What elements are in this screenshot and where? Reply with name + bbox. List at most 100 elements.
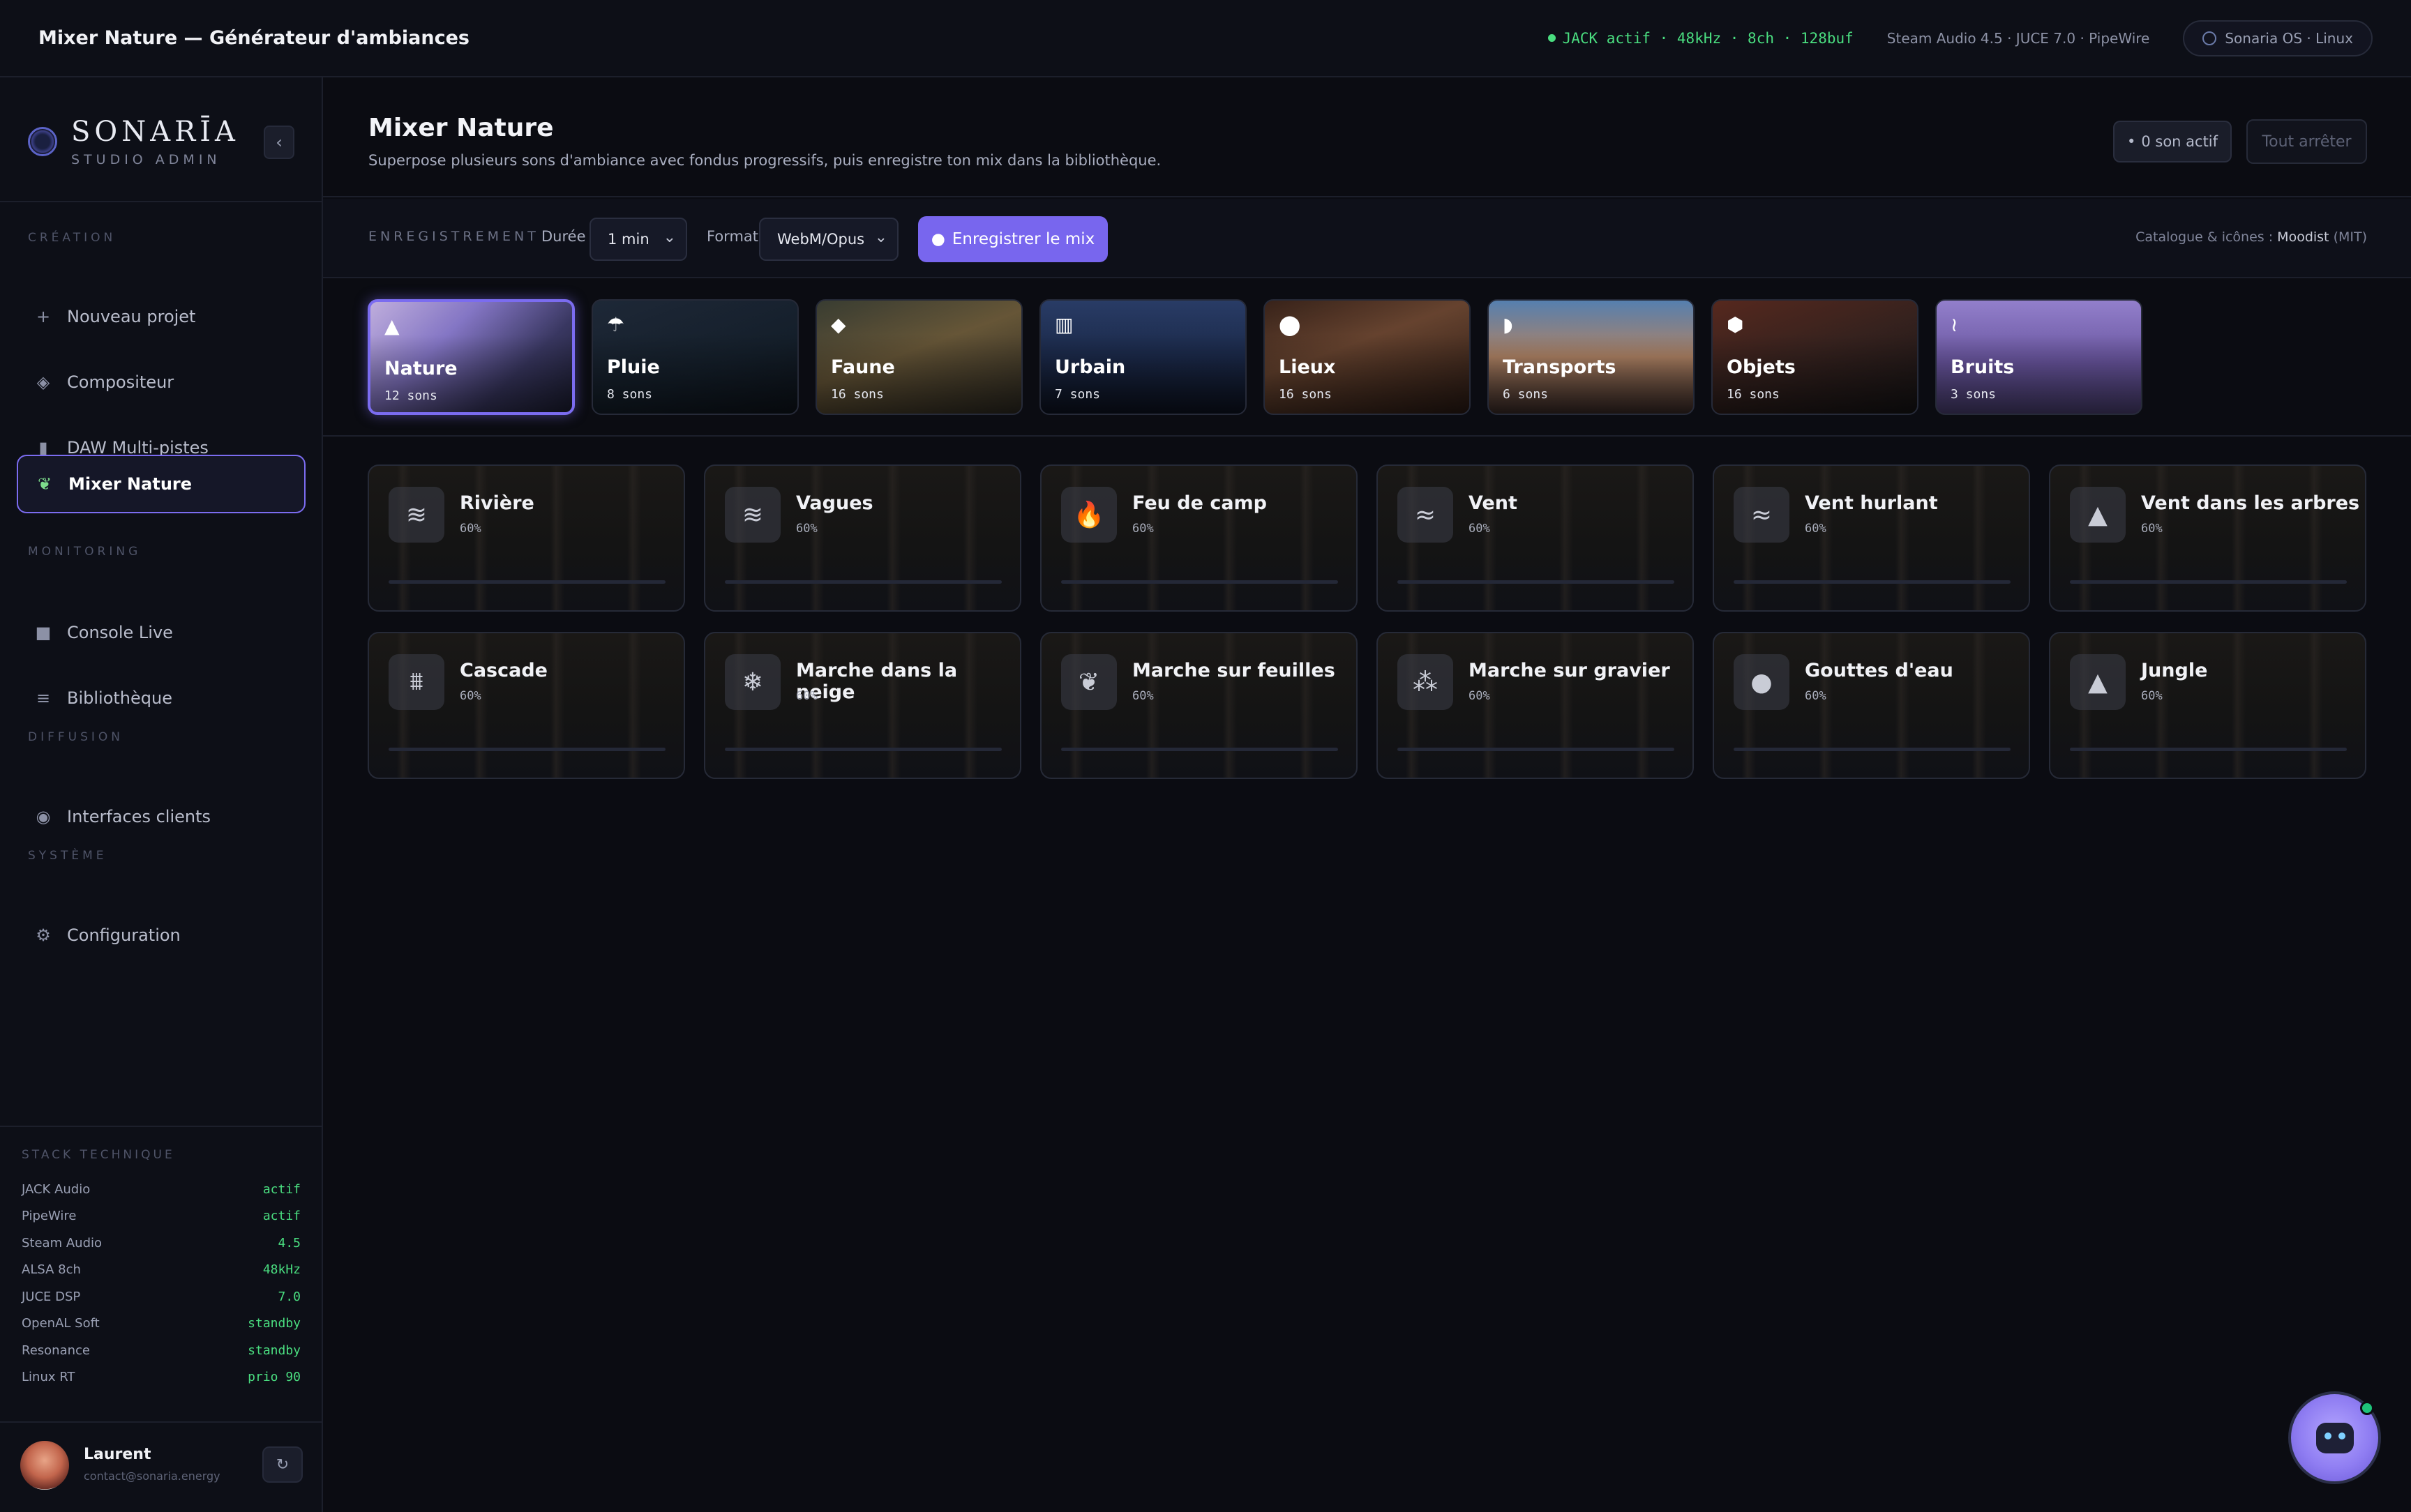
sidebar-item-configuration[interactable]: ⚙ Configuration xyxy=(17,906,306,965)
format-value: WebM/Opus xyxy=(777,231,865,248)
sound-card[interactable]: ≈ Vent 60% xyxy=(1376,464,1694,612)
collapse-sidebar-button[interactable]: ‹ xyxy=(264,126,294,159)
catalog-license: (MIT) xyxy=(2333,229,2367,245)
divider xyxy=(0,1126,323,1127)
recording-bar: ENREGISTREMENT Durée 1 min ⌄ Format WebM… xyxy=(323,199,2411,278)
volume-slider[interactable] xyxy=(1397,580,1674,584)
diamond-icon: ◈ xyxy=(36,372,50,392)
sound-volume: 60% xyxy=(796,522,818,536)
category-card-transports[interactable]: ◗ Transports 6 sons xyxy=(1487,299,1695,415)
online-indicator xyxy=(2360,1401,2374,1415)
sidebar-item-label: Console Live xyxy=(67,623,173,642)
sound-volume: 60% xyxy=(1805,689,1826,703)
sound-name: Vagues xyxy=(796,492,873,514)
category-card-faune[interactable]: ◆ Faune 16 sons xyxy=(816,299,1023,415)
sound-card[interactable]: ⁂ Marche sur gravier 60% xyxy=(1376,632,1694,779)
leaf-icon: ❦ xyxy=(37,474,52,494)
volume-slider[interactable] xyxy=(725,580,1002,584)
category-card-urbain[interactable]: ▥ Urbain 7 sons xyxy=(1039,299,1247,415)
stack-value: actif xyxy=(262,1209,301,1224)
sound-card[interactable]: ▲ Vent dans les arbres 60% xyxy=(2049,464,2366,612)
stop-all-button[interactable]: Tout arrêter xyxy=(2246,119,2367,164)
sound-name: Vent dans les arbres xyxy=(2141,492,2360,514)
avatar[interactable] xyxy=(20,1441,69,1490)
sidebar-item-bibliotheque[interactable]: ≡ Bibliothèque xyxy=(17,669,306,727)
format-select[interactable]: WebM/Opus ⌄ xyxy=(759,218,899,261)
sound-card[interactable]: ≋ Vagues 60% xyxy=(704,464,1021,612)
sound-card[interactable]: ❦ Marche sur feuilles 60% xyxy=(1040,632,1358,779)
tree-icon: ▲ xyxy=(2070,654,2126,710)
sound-card[interactable]: ⩩ Cascade 60% xyxy=(368,632,685,779)
stack-title: STACK TECHNIQUE xyxy=(22,1148,175,1162)
waterfall-icon: ⩩ xyxy=(389,654,444,710)
volume-slider[interactable] xyxy=(1061,580,1338,584)
volume-slider[interactable] xyxy=(2070,748,2347,751)
category-card-pluie[interactable]: ☂ Pluie 8 sons xyxy=(592,299,799,415)
sound-card[interactable]: ▲ Jungle 60% xyxy=(2049,632,2366,779)
volume-slider[interactable] xyxy=(389,580,666,584)
category-name: Transports xyxy=(1503,356,1616,378)
volume-slider[interactable] xyxy=(1397,748,1674,751)
sound-card[interactable]: 🔥 Feu de camp 60% xyxy=(1040,464,1358,612)
catalog-name[interactable]: Moodist xyxy=(2277,229,2329,245)
sound-volume: 60% xyxy=(2141,522,2163,536)
category-row: ▲ Nature 12 sons ☂ Pluie 8 sons ◆ Faune 16 sons ▥… xyxy=(323,278,2411,437)
sidebar-item-console-live[interactable]: ■ Console Live xyxy=(17,603,306,662)
stack-name: Steam Audio xyxy=(22,1235,103,1250)
category-card-nature[interactable]: ▲ Nature 12 sons xyxy=(368,299,575,415)
target-icon: ◉ xyxy=(36,807,51,826)
section-systeme: SYSTÈME xyxy=(28,849,107,863)
category-name: Nature xyxy=(384,358,458,379)
sidebar-item-compositeur[interactable]: ◈ Compositeur xyxy=(17,353,306,411)
chevron-left-icon: ‹ xyxy=(276,133,283,152)
stack-row: Steam Audio 4.5 xyxy=(22,1230,301,1257)
record-button-label: Enregistrer le mix xyxy=(952,230,1095,248)
category-card-bruits[interactable]: ≀ Bruits 3 sons xyxy=(1935,299,2142,415)
volume-slider[interactable] xyxy=(725,748,1002,751)
volume-slider[interactable] xyxy=(1061,748,1338,751)
stack-row: PipeWire actif xyxy=(22,1203,301,1230)
user-name: Laurent xyxy=(84,1446,151,1463)
jack-status: JACK actif · 48kHz · 8ch · 128buf xyxy=(1547,30,1854,47)
sound-name: Marche sur gravier xyxy=(1469,660,1670,681)
stack-name: PipeWire xyxy=(22,1209,77,1224)
catalog-note: Catalogue & icônes : Moodist (MIT) xyxy=(2135,229,2367,245)
volume-slider[interactable] xyxy=(389,748,666,751)
category-card-lieux[interactable]: ⬤ Lieux 16 sons xyxy=(1263,299,1471,415)
sound-card[interactable]: ● Gouttes d'eau 60% xyxy=(1713,632,2030,779)
gravel-icon: ⁂ xyxy=(1397,654,1453,710)
category-name: Lieux xyxy=(1279,356,1336,378)
volume-slider[interactable] xyxy=(1734,748,2011,751)
stack-value: 7.0 xyxy=(278,1289,301,1304)
droplet-icon: ● xyxy=(1734,654,1789,710)
volume-slider[interactable] xyxy=(2070,580,2347,584)
brand[interactable]: SONARĪA STUDIO ADMIN xyxy=(28,116,239,167)
duration-select[interactable]: 1 min ⌄ xyxy=(589,218,687,261)
category-name: Urbain xyxy=(1055,356,1126,378)
os-logo-icon xyxy=(2202,31,2217,45)
category-count: 12 sons xyxy=(384,388,437,403)
sound-card[interactable]: ≈ Vent hurlant 60% xyxy=(1713,464,2030,612)
stack-value: standby xyxy=(248,1316,301,1331)
brand-name: SONARĪA xyxy=(71,116,239,148)
os-badge[interactable]: Sonaria OS · Linux xyxy=(2183,20,2373,56)
square-icon: ■ xyxy=(35,623,52,642)
record-mix-button[interactable]: ● Enregistrer le mix xyxy=(918,216,1108,262)
sidebar-item-nouveau-projet[interactable]: + Nouveau projet xyxy=(17,287,306,346)
cloud-rain-icon: ☂ xyxy=(607,313,625,336)
category-card-objets[interactable]: ⬢ Objets 16 sons xyxy=(1711,299,1918,415)
snowflake-icon: ❄ xyxy=(725,654,781,710)
volume-slider[interactable] xyxy=(1734,580,2011,584)
sound-name: Vent xyxy=(1469,492,1517,514)
stack-name: JACK Audio xyxy=(22,1181,91,1197)
sidebar-item-interfaces-clients[interactable]: ◉ Interfaces clients xyxy=(17,787,306,846)
category-count: 16 sons xyxy=(1727,387,1780,402)
assistant-button[interactable] xyxy=(2288,1391,2381,1484)
tree-icon: ▲ xyxy=(384,315,400,338)
logout-button[interactable]: ↻ xyxy=(262,1446,303,1483)
sound-card[interactable]: ❄ Marche dans la neige 60% xyxy=(704,632,1021,779)
sound-card[interactable]: ≋ Rivière 60% xyxy=(368,464,685,612)
waves-icon: ≋ xyxy=(389,487,444,543)
sidebar-item-label: Mixer Nature xyxy=(68,474,193,494)
sidebar-item-mixer-nature[interactable]: ❦ Mixer Nature xyxy=(17,455,306,513)
